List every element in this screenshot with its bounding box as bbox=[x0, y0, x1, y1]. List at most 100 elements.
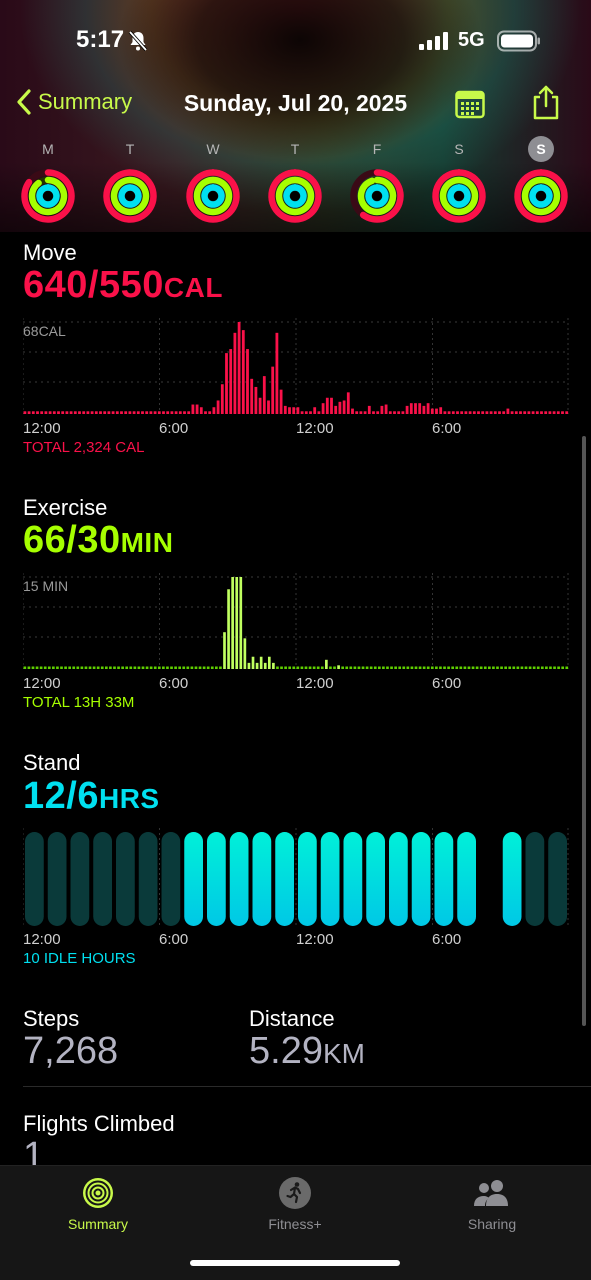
chart-bar bbox=[69, 411, 73, 414]
chart-bar bbox=[540, 411, 543, 414]
axis-tick-label: 12:00 bbox=[296, 420, 334, 437]
chart-bar bbox=[254, 386, 258, 414]
chart-bar bbox=[489, 411, 493, 414]
chart-bar bbox=[99, 411, 102, 414]
chart-bar bbox=[377, 666, 381, 669]
chart-bar bbox=[48, 411, 52, 414]
chart-bar bbox=[149, 666, 153, 669]
day-item[interactable]: S bbox=[511, 136, 571, 224]
chart-bar bbox=[308, 666, 312, 669]
chart-bar bbox=[355, 411, 359, 414]
chart-bar bbox=[520, 666, 524, 669]
chart-bar bbox=[219, 666, 222, 669]
chart-bar bbox=[414, 403, 417, 414]
chart-bar bbox=[372, 411, 375, 414]
page-title: Sunday, Jul 20, 2025 bbox=[183, 90, 408, 116]
chart-bar bbox=[137, 666, 141, 669]
chart-bar bbox=[206, 666, 210, 669]
chart-bar bbox=[90, 411, 94, 414]
distance-title: Distance bbox=[249, 1006, 335, 1031]
people-icon bbox=[474, 1180, 508, 1206]
day-item[interactable]: T bbox=[100, 136, 160, 224]
axis-tick-label: 12:00 bbox=[23, 675, 61, 692]
chart-bar bbox=[467, 666, 471, 669]
network-label: 5G bbox=[458, 29, 485, 51]
day-item[interactable]: T bbox=[265, 136, 325, 224]
chart-bar bbox=[304, 411, 308, 414]
chart-bar bbox=[92, 666, 96, 669]
chart-bar bbox=[39, 666, 43, 669]
chart-bar bbox=[447, 666, 450, 669]
chart-bar bbox=[250, 378, 254, 414]
chart-bar bbox=[341, 666, 344, 669]
calendar-icon[interactable] bbox=[455, 89, 485, 119]
axis-tick-label: 6:00 bbox=[432, 420, 462, 437]
chart-bar bbox=[263, 662, 267, 669]
chart-bar bbox=[337, 665, 340, 669]
activity-ring-icon bbox=[186, 169, 240, 223]
tab-fitness-plus[interactable]: Fitness+ bbox=[235, 1176, 355, 1232]
day-item[interactable]: W bbox=[183, 136, 243, 224]
axis-tick-label: 6:00 bbox=[159, 420, 189, 437]
home-indicator[interactable] bbox=[190, 1260, 400, 1266]
tab-summary[interactable]: Summary bbox=[38, 1176, 158, 1232]
chart-bar bbox=[292, 666, 296, 669]
scroll-indicator[interactable] bbox=[582, 436, 586, 1026]
chart-bar bbox=[121, 666, 124, 669]
chart-bar bbox=[117, 666, 120, 669]
chart-bar bbox=[82, 411, 86, 414]
chart-bar bbox=[376, 411, 380, 414]
stand-hour-bar bbox=[70, 832, 90, 926]
chart-bar bbox=[353, 666, 357, 669]
stand-value-number: 12/6 bbox=[23, 775, 99, 817]
chart-bar bbox=[342, 400, 346, 414]
chart-bar bbox=[157, 666, 161, 669]
chart-bar bbox=[386, 666, 389, 669]
chart-bar bbox=[210, 666, 214, 669]
share-icon[interactable] bbox=[531, 84, 561, 120]
stand-hour-bar bbox=[252, 832, 272, 926]
chart-bar bbox=[129, 666, 133, 669]
chart-bar bbox=[549, 666, 552, 669]
tab-sharing[interactable]: Sharing bbox=[432, 1176, 552, 1232]
chart-bar bbox=[316, 666, 320, 669]
chart-bar bbox=[540, 666, 544, 669]
day-item[interactable]: S bbox=[429, 136, 489, 224]
chart-bar bbox=[61, 411, 65, 414]
chart-bar bbox=[447, 411, 451, 414]
stand-hour-bar bbox=[229, 832, 249, 926]
day-letter: T bbox=[290, 141, 300, 157]
chart-bar bbox=[422, 405, 426, 414]
chart-bar bbox=[103, 411, 107, 414]
chart-bar bbox=[426, 403, 430, 414]
chart-bar bbox=[31, 666, 35, 669]
day-item[interactable]: M bbox=[18, 136, 78, 224]
chart-bar bbox=[535, 411, 539, 414]
chart-bar bbox=[125, 666, 129, 669]
chart-bar bbox=[194, 666, 198, 669]
chart-bar bbox=[76, 666, 80, 669]
stand-value: 12/6HRS bbox=[23, 775, 160, 818]
chart-bar bbox=[426, 666, 430, 669]
day-letter: F bbox=[372, 141, 382, 157]
chart-bar bbox=[27, 666, 31, 669]
chart-bar bbox=[504, 666, 507, 669]
chart-bar bbox=[141, 411, 144, 414]
chart-bar bbox=[136, 411, 140, 414]
chart-bar bbox=[86, 411, 90, 414]
chart-bar bbox=[216, 400, 220, 414]
chart-bar bbox=[401, 411, 405, 414]
chart-bar bbox=[111, 411, 115, 414]
chart-bar bbox=[296, 666, 300, 669]
day-item[interactable]: F bbox=[347, 136, 407, 224]
chart-bar bbox=[455, 666, 459, 669]
chart-bar bbox=[259, 656, 263, 669]
chart-bar bbox=[149, 411, 153, 414]
chart-bar bbox=[479, 666, 483, 669]
chart-bar bbox=[365, 666, 369, 669]
chart-bar bbox=[47, 666, 51, 669]
chart-bar bbox=[220, 384, 224, 414]
chart-bar bbox=[120, 411, 123, 414]
chart-bar bbox=[388, 411, 392, 414]
stand-hour-bar bbox=[343, 832, 363, 926]
